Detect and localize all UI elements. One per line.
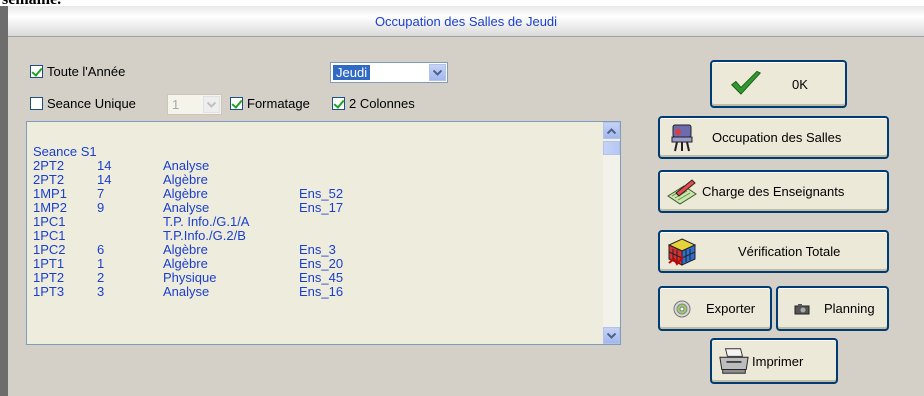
window-titlebar: Occupation des Salles de Jeudi [8, 6, 924, 37]
vertical-scrollbar[interactable] [603, 122, 620, 344]
seance-unique-label: Seance Unique [47, 96, 136, 111]
charge-enseignants-button[interactable]: Charge des Enseignants [658, 170, 889, 213]
window-title: Occupation des Salles de Jeudi [374, 14, 558, 29]
scroll-up-icon[interactable] [603, 122, 620, 139]
list-heading: Seance S1 [33, 144, 97, 159]
occupation-list[interactable]: Seance S1 2PT2 14 Analyse 2PT2 14 Algèbre 1M… [26, 121, 621, 345]
scroll-thumb[interactable] [603, 141, 620, 155]
rubik-cube-icon [666, 237, 698, 267]
list-item[interactable]: 1PT1 1 Algèbre Ens_20 [33, 257, 343, 271]
checkbox-box[interactable] [30, 65, 43, 78]
day-select-value: Jeudi [333, 65, 371, 80]
printer-icon [718, 346, 750, 376]
checkbox-box[interactable] [30, 97, 43, 110]
occupation-window: Occupation des Salles de Jeudi Toute l'A… [0, 6, 924, 396]
seance-unique-checkbox[interactable]: Seance Unique [30, 96, 136, 111]
exporter-label: Exporter [706, 301, 756, 316]
list-item[interactable]: 1MP2 9 Analyse Ens_17 [33, 201, 343, 215]
list-item[interactable]: 2PT2 14 Analyse [33, 159, 209, 173]
chevron-down-icon[interactable] [429, 64, 446, 81]
list-item[interactable]: 1PT2 2 Physique Ens_45 [33, 271, 343, 285]
verification-totale-button[interactable]: Vérification Totale [658, 230, 889, 273]
seance-number-select[interactable]: 1 [167, 94, 222, 115]
charge-enseignants-label: Charge des Enseignants [702, 184, 845, 199]
ok-button[interactable]: 0K [710, 60, 847, 108]
exporter-button[interactable]: Exporter [658, 286, 772, 331]
formatage-checkbox[interactable]: Formatage [230, 96, 310, 111]
chevron-down-icon[interactable] [203, 96, 220, 113]
camera-icon [786, 294, 818, 324]
cd-disc-icon [666, 294, 698, 324]
list-item[interactable]: 1PC1 T.P. Info./G.1/A [33, 215, 249, 229]
imprimer-label: Imprimer [752, 353, 804, 369]
checkmark-icon [730, 69, 762, 99]
two-columns-label: 2 Colonnes [349, 96, 415, 111]
two-columns-checkbox[interactable]: 2 Colonnes [332, 96, 415, 111]
list-item[interactable]: 1PC1 T.P.Info./G.2/B [33, 229, 246, 243]
imprimer-button[interactable]: Imprimer [710, 338, 838, 384]
occupation-salles-label: Occupation des Salles [712, 130, 842, 145]
toute-annee-checkbox[interactable]: Toute l'Année [30, 64, 125, 79]
list-item[interactable]: 1PT3 3 Analyse Ens_16 [33, 285, 343, 299]
formatage-label: Formatage [247, 96, 310, 111]
pen-notebook-icon [666, 177, 698, 207]
list-item[interactable]: 1MP1 7 Algèbre Ens_52 [33, 187, 343, 201]
scroll-down-icon[interactable] [603, 327, 620, 344]
checkbox-box[interactable] [230, 97, 243, 110]
list-item[interactable]: 1PC2 6 Algèbre Ens_3 [33, 243, 336, 257]
planning-label: Planning [824, 301, 875, 316]
toute-annee-label: Toute l'Année [47, 64, 126, 79]
occupation-salles-button[interactable]: Occupation des Salles [658, 116, 889, 159]
verification-totale-label: Vérification Totale [738, 244, 841, 259]
planning-button[interactable]: Planning [776, 286, 889, 331]
list-item[interactable]: 2PT2 14 Algèbre [33, 173, 208, 187]
seance-number-value: 1 [172, 97, 180, 112]
ok-label: 0K [792, 76, 808, 92]
list-content: Seance S1 2PT2 14 Analyse 2PT2 14 Algèbre 1M… [33, 144, 343, 299]
day-select[interactable]: Jeudi [330, 62, 448, 83]
office-chair-icon [666, 123, 698, 153]
checkbox-box[interactable] [332, 97, 345, 110]
